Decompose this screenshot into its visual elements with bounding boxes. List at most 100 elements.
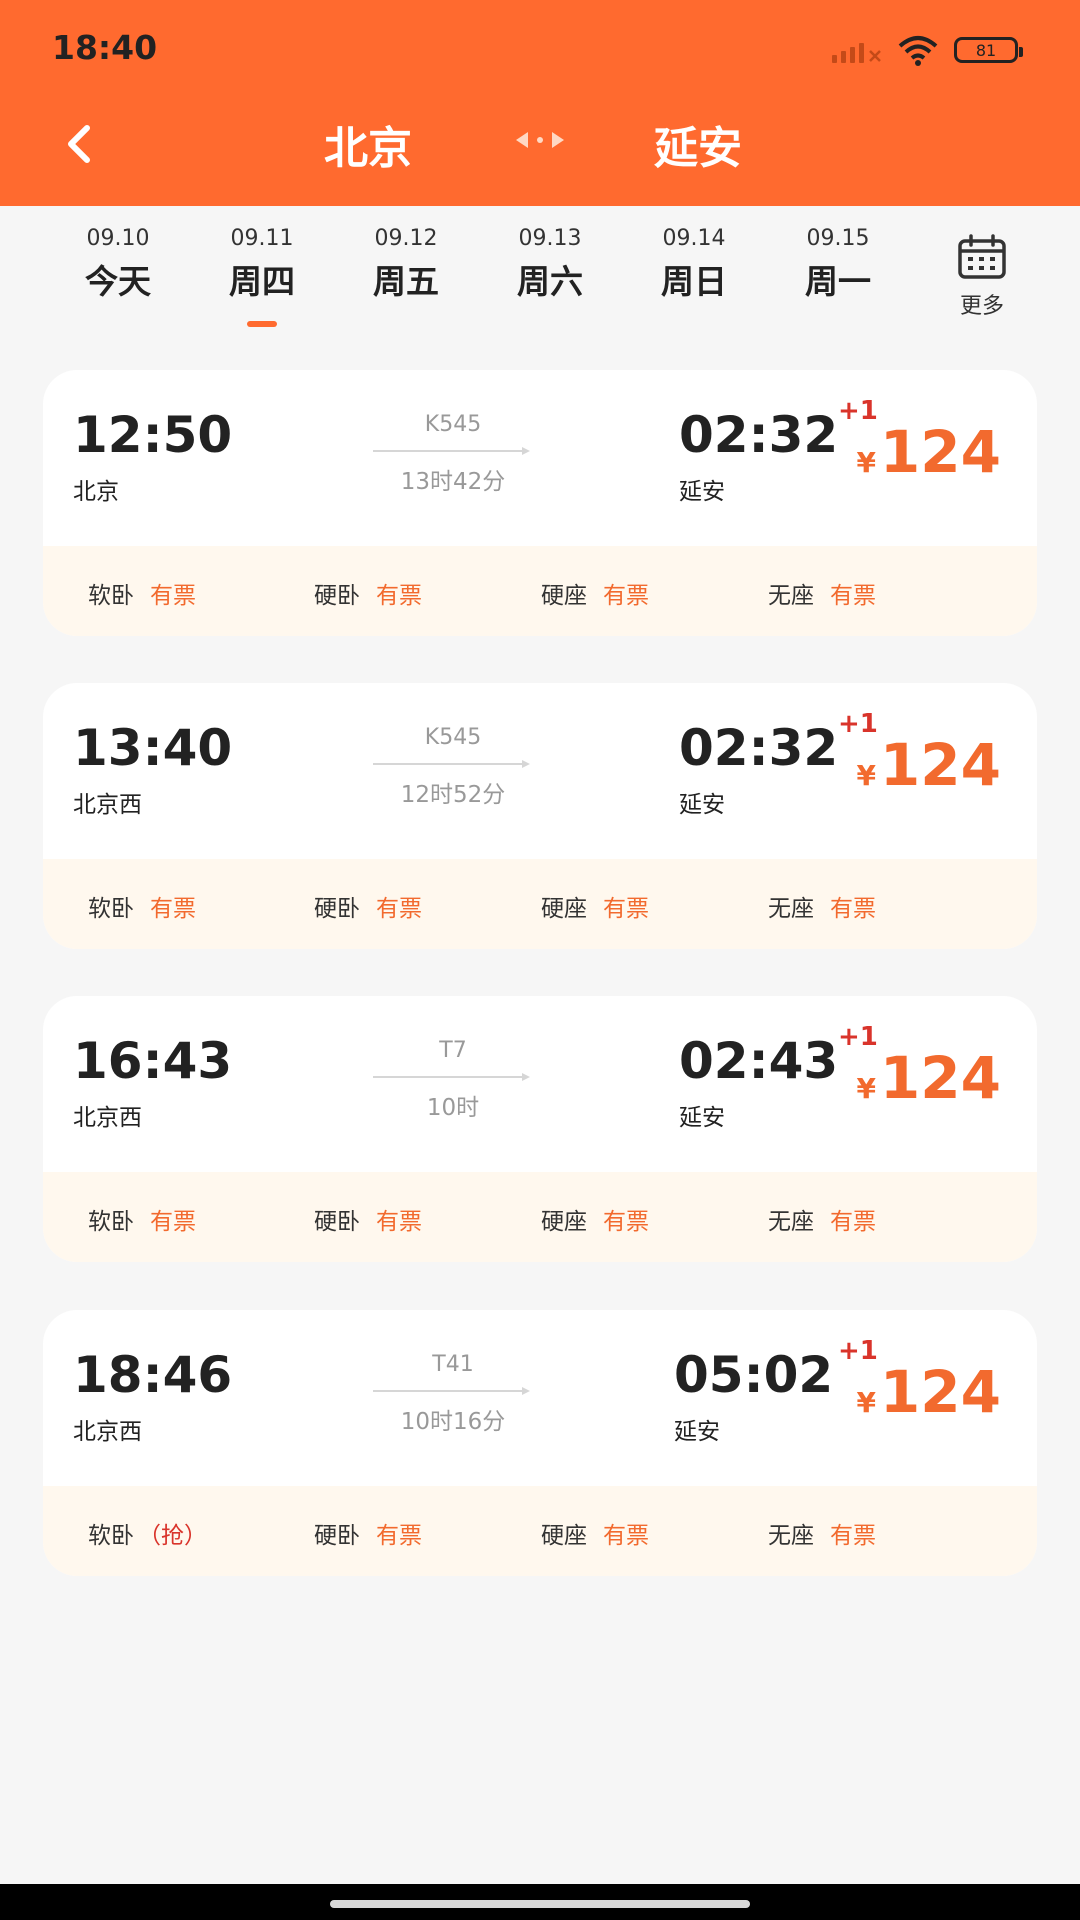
currency-symbol: ¥ <box>856 446 876 479</box>
train-number: T7 <box>439 1038 467 1063</box>
seat-availability: 软卧 有票 硬卧 有票 硬座 有票 无座 有票 <box>43 546 1037 636</box>
seat-type: 无座 <box>768 1209 814 1235</box>
seat-status: 有票 <box>376 1523 422 1549</box>
seat-status: 有票 <box>150 1209 196 1235</box>
seat-type: 硬座 <box>541 583 587 609</box>
seat-status: 有票 <box>376 896 422 922</box>
departure-station: 北京西 <box>73 1105 142 1131</box>
date-label: 09.13 <box>518 226 582 251</box>
departure-station: 北京 <box>73 479 119 505</box>
seat-item: 软卧 （抢） <box>88 1516 207 1550</box>
weekday-label: 周日 <box>661 262 727 301</box>
date-tab[interactable]: 09.12 周五 <box>346 226 466 303</box>
seat-type: 无座 <box>768 583 814 609</box>
train-number: K545 <box>424 412 482 437</box>
seat-status: 有票 <box>150 896 196 922</box>
train-card[interactable]: 12:50 北京 K545 13时42分 02:32 延安 +1 ¥ 124 软… <box>43 370 1037 636</box>
arrival-time: 05:02 <box>674 1346 834 1404</box>
date-tab[interactable]: 09.15 周一 <box>778 226 898 303</box>
seat-item: 硬座 有票 <box>541 889 649 923</box>
selected-indicator <box>247 321 277 327</box>
date-label: 09.10 <box>86 226 150 251</box>
travel-duration: 10时 <box>426 1095 480 1121</box>
arrival-time: 02:32 <box>679 719 839 777</box>
route-arrow <box>373 447 530 455</box>
seat-item: 硬座 有票 <box>541 576 649 610</box>
seat-status: （抢） <box>138 1523 207 1549</box>
status-time: 18:40 <box>52 28 158 67</box>
seat-type: 硬卧 <box>314 1523 360 1549</box>
seat-type: 无座 <box>768 1523 814 1549</box>
seat-item: 软卧 有票 <box>88 1202 196 1236</box>
more-label: 更多 <box>959 294 1004 319</box>
price: ¥ 124 <box>856 1358 1001 1426</box>
more-dates-button[interactable]: 更多 <box>942 234 1022 320</box>
to-city[interactable]: 延安 <box>654 112 742 176</box>
from-city[interactable]: 北京 <box>324 112 412 176</box>
price-value: 124 <box>879 1044 1001 1112</box>
price-value: 124 <box>879 731 1001 799</box>
currency-symbol: ¥ <box>856 1072 876 1105</box>
departure-time: 16:43 <box>73 1032 233 1090</box>
date-tab[interactable]: 09.10 今天 <box>58 226 178 303</box>
seat-availability: 软卧 有票 硬卧 有票 硬座 有票 无座 有票 <box>43 859 1037 949</box>
seat-item: 硬卧 有票 <box>314 576 422 610</box>
arrival-station: 延安 <box>674 1419 720 1445</box>
seat-type: 软卧 <box>88 583 134 609</box>
arrival-time: 02:32 <box>679 406 839 464</box>
travel-duration: 12时52分 <box>400 782 506 808</box>
seat-status: 有票 <box>376 1209 422 1235</box>
seat-status: 有票 <box>603 1209 649 1235</box>
seat-item: 硬座 有票 <box>541 1516 649 1550</box>
date-tab[interactable]: 09.13 周六 <box>490 226 610 303</box>
currency-symbol: ¥ <box>856 1386 876 1419</box>
home-indicator[interactable] <box>330 1900 750 1908</box>
seat-item: 硬卧 有票 <box>314 1202 422 1236</box>
train-number: T41 <box>432 1352 474 1377</box>
seat-status: 有票 <box>603 583 649 609</box>
seat-type: 硬卧 <box>314 583 360 609</box>
date-selector: 09.10 今天 09.11 周四 09.12 周五 09.13 周六 09.1… <box>0 206 1080 332</box>
cellular-signal-icon <box>832 37 882 63</box>
wifi-icon <box>898 36 938 66</box>
route-arrow <box>373 760 530 768</box>
seat-type: 硬座 <box>541 1523 587 1549</box>
train-card[interactable]: 18:46 北京西 T41 10时16分 05:02 延安 +1 ¥ 124 软… <box>43 1310 1037 1576</box>
price: ¥ 124 <box>856 731 1001 799</box>
seat-type: 硬卧 <box>314 896 360 922</box>
swap-icon[interactable] <box>512 128 568 152</box>
departure-time: 12:50 <box>73 406 233 464</box>
seat-type: 硬座 <box>541 896 587 922</box>
seat-status: 有票 <box>603 1523 649 1549</box>
seat-type: 软卧 <box>88 1209 134 1235</box>
route-arrow <box>373 1073 530 1081</box>
departure-time: 18:46 <box>73 1346 233 1404</box>
seat-status: 有票 <box>830 896 876 922</box>
departure-time: 13:40 <box>73 719 233 777</box>
date-label: 09.14 <box>662 226 726 251</box>
seat-status: 有票 <box>830 583 876 609</box>
train-card[interactable]: 16:43 北京西 T7 10时 02:43 延安 +1 ¥ 124 软卧 有票 … <box>43 996 1037 1262</box>
seat-item: 软卧 有票 <box>88 889 196 923</box>
date-tab-selected[interactable]: 09.11 周四 <box>202 226 322 327</box>
departure-station: 北京西 <box>73 792 142 818</box>
date-label: 09.12 <box>374 226 438 251</box>
seat-type: 无座 <box>768 896 814 922</box>
price: ¥ 124 <box>856 418 1001 486</box>
seat-status: 有票 <box>150 583 196 609</box>
arrival-time: 02:43 <box>679 1032 839 1090</box>
seat-availability: 软卧 有票 硬卧 有票 硬座 有票 无座 有票 <box>43 1172 1037 1262</box>
date-tab[interactable]: 09.14 周日 <box>634 226 754 303</box>
departure-station: 北京西 <box>73 1419 142 1445</box>
calendar-icon <box>958 234 1006 279</box>
price-value: 124 <box>879 418 1001 486</box>
price: ¥ 124 <box>856 1044 1001 1112</box>
status-icons: 81 <box>832 34 1023 66</box>
arrival-station: 延安 <box>679 1105 725 1131</box>
weekday-label: 周六 <box>517 262 583 301</box>
seat-item: 无座 有票 <box>768 1516 876 1550</box>
train-card[interactable]: 13:40 北京西 K545 12时52分 02:32 延安 +1 ¥ 124 … <box>43 683 1037 949</box>
header-bar: 18:40 81 北京 延安 <box>0 0 1080 206</box>
seat-status: 有票 <box>603 896 649 922</box>
weekday-label: 周一 <box>805 262 871 301</box>
